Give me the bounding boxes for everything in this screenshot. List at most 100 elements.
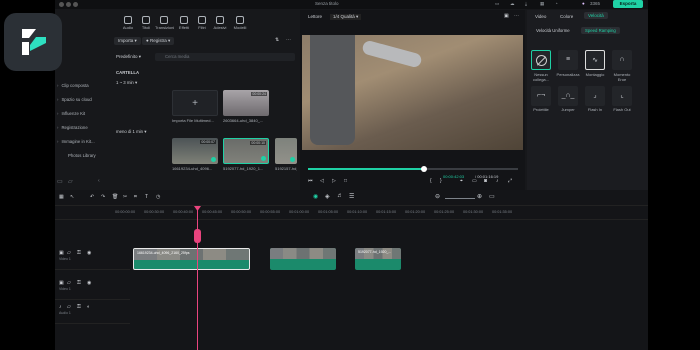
tool-effects[interactable]: Effetti bbox=[175, 16, 193, 31]
minimize-icon[interactable] bbox=[66, 2, 71, 7]
text-icon[interactable]: T bbox=[145, 194, 148, 200]
speaker-icon[interactable]: ◐ bbox=[87, 304, 90, 310]
sidebar-item-images[interactable]: Immagine in Kit... bbox=[57, 139, 94, 144]
camera-icon[interactable]: ◙ bbox=[484, 178, 487, 184]
lock-icon[interactable]: ⚿ bbox=[77, 250, 81, 256]
timeline-clip[interactable] bbox=[270, 248, 336, 270]
preset-none[interactable] bbox=[531, 50, 551, 70]
back-icon[interactable]: ◁ bbox=[320, 178, 324, 184]
media-thumbnail-selected[interactable]: 00:00:10 bbox=[223, 138, 269, 164]
tab-video[interactable]: Video bbox=[535, 14, 546, 19]
maximize-icon[interactable] bbox=[73, 2, 78, 7]
folder-icon[interactable]: ▱ bbox=[67, 280, 71, 286]
logo-icon bbox=[22, 29, 46, 55]
effects-icon bbox=[180, 16, 188, 24]
sidebar-item-photos-library[interactable]: Photos Library bbox=[68, 153, 96, 158]
preset-flash-in[interactable]: ⌟ bbox=[585, 86, 605, 106]
split-icon[interactable]: ✂ bbox=[123, 194, 127, 200]
import-button[interactable]: Importa ▾ bbox=[114, 37, 141, 45]
tool-titles[interactable]: Titoli bbox=[137, 16, 155, 31]
media-thumbnail[interactable] bbox=[275, 138, 297, 164]
prev-frame-icon[interactable]: ⏮ bbox=[308, 178, 313, 184]
import-tile[interactable]: + bbox=[172, 90, 218, 116]
display-icon[interactable]: ▭ bbox=[472, 178, 477, 184]
audio-icon[interactable]: ♪ bbox=[496, 178, 499, 184]
quality-select[interactable]: 1/4 Qualità ▾ bbox=[330, 14, 362, 20]
timeline-clip[interactable]: 5192077-hd_1920_... bbox=[355, 248, 401, 270]
image-icon[interactable]: ▣ bbox=[504, 13, 509, 19]
tool-transitions[interactable]: Transizioni bbox=[155, 16, 174, 31]
tab-speed-ramping[interactable]: Speed Ramping bbox=[581, 27, 620, 34]
pointer-icon[interactable]: ↖ bbox=[70, 194, 74, 200]
redo-icon[interactable]: ↷ bbox=[101, 194, 105, 200]
grid-icon[interactable]: ▦ bbox=[540, 1, 544, 7]
tab-uniform-speed[interactable]: Velocità Uniforme bbox=[536, 28, 570, 33]
search-input[interactable]: Cerca media bbox=[155, 53, 295, 61]
undo-icon[interactable]: ↶ bbox=[90, 194, 94, 200]
download-icon[interactable]: ⤓ bbox=[525, 1, 527, 6]
folder-icon[interactable]: ▱ bbox=[67, 250, 71, 256]
folder-icon[interactable]: ▱ bbox=[68, 178, 73, 185]
sidebar-item-recording[interactable]: Registrazione bbox=[57, 125, 87, 130]
list-icon[interactable]: ☰ bbox=[349, 193, 354, 200]
new-folder-icon[interactable]: ▭ bbox=[57, 178, 63, 185]
export-button[interactable]: Esporta bbox=[613, 0, 643, 8]
record-button[interactable]: ● Registra ▾ bbox=[142, 37, 175, 45]
tab-speed[interactable]: Velocità bbox=[584, 12, 608, 19]
crop-icon[interactable]: ⌗ bbox=[134, 194, 137, 200]
shield-icon[interactable]: ◈ bbox=[325, 193, 330, 200]
zoom-out-icon[interactable]: ⊖ bbox=[435, 193, 440, 200]
eye-icon[interactable]: ◉ bbox=[87, 280, 91, 286]
delete-icon[interactable]: 🗑 bbox=[112, 194, 118, 200]
folder-icon[interactable]: ▱ bbox=[67, 304, 71, 310]
sort-dropdown[interactable]: Predefinito ▾ bbox=[116, 54, 141, 60]
grid-icon[interactable]: ▦ bbox=[59, 194, 64, 200]
sidebar-item-influence-kit[interactable]: Influenze Kit bbox=[57, 111, 85, 116]
tab-color[interactable]: Colore bbox=[560, 14, 573, 19]
media-thumbnail[interactable]: 00:00:24 bbox=[223, 90, 269, 116]
media-thumbnail[interactable]: 00:00:07 bbox=[172, 138, 218, 164]
avatar[interactable]: ● bbox=[582, 1, 585, 6]
more-icon[interactable]: ⋯ bbox=[286, 37, 291, 43]
close-icon[interactable] bbox=[59, 2, 64, 7]
tool-stickers[interactable]: Adesivi bbox=[211, 16, 229, 31]
preset-hero[interactable]: ∩ bbox=[612, 50, 632, 70]
preview-progress-track[interactable] bbox=[308, 166, 518, 172]
filter-icon[interactable]: ⇅ bbox=[275, 37, 279, 43]
eye-icon[interactable]: ◉ bbox=[87, 250, 91, 256]
snapshot-icon[interactable]: ⌖ bbox=[460, 178, 463, 184]
mic-icon[interactable]: ♬ bbox=[337, 193, 343, 199]
fit-icon[interactable]: ▭ bbox=[489, 193, 495, 200]
speed-ramp-marker[interactable] bbox=[194, 229, 201, 243]
stop-icon[interactable]: □ bbox=[344, 178, 347, 184]
progress-handle[interactable] bbox=[420, 166, 427, 172]
tool-templates[interactable]: Modelli bbox=[231, 16, 249, 31]
speed-icon[interactable]: ◷ bbox=[156, 194, 160, 200]
figure-legs bbox=[310, 35, 355, 145]
preset-bullet[interactable]: ⌐¬ bbox=[531, 86, 551, 106]
bell-icon[interactable]: ◔ bbox=[555, 1, 558, 6]
sidebar-item-compound-clip[interactable]: Clip composta bbox=[57, 83, 88, 88]
fullscreen-icon[interactable]: ⤢ bbox=[508, 178, 512, 184]
mark-in-icon[interactable]: { bbox=[430, 178, 432, 184]
cloud-icon[interactable]: ☁ bbox=[510, 1, 515, 7]
lock-icon[interactable]: ⚿ bbox=[77, 280, 81, 286]
lock-icon[interactable]: ⚿ bbox=[77, 304, 81, 310]
ai-icon[interactable]: ◉ bbox=[313, 193, 318, 200]
preset-jumper[interactable]: _∩_ bbox=[558, 86, 578, 106]
play-icon[interactable]: ▷ bbox=[332, 178, 336, 184]
tool-audio[interactable]: Audio bbox=[119, 16, 137, 31]
preset-custom[interactable]: ≡ bbox=[558, 50, 578, 70]
device-icon[interactable]: ▭ bbox=[495, 1, 499, 7]
preset-montage[interactable]: ∿ bbox=[585, 50, 605, 70]
preset-flash-out[interactable]: ⌞ bbox=[612, 86, 632, 106]
sidebar-item-cloud[interactable]: Spazio su cloud bbox=[57, 97, 91, 102]
zoom-slider[interactable] bbox=[445, 198, 475, 199]
zoom-in-icon[interactable]: ⊕ bbox=[477, 193, 482, 200]
timeline-clip[interactable]: 16619234-uhd_4096_2160_25fps bbox=[133, 248, 250, 270]
timeline-ruler[interactable]: 00:00:00:00 00:00:30:00 00:00:40:00 00:0… bbox=[55, 206, 648, 220]
mark-out-icon[interactable]: } bbox=[440, 178, 442, 184]
more-icon[interactable]: ⋯ bbox=[514, 13, 519, 19]
collapse-icon[interactable]: ‹ bbox=[98, 178, 100, 184]
tool-filters[interactable]: Filtri bbox=[193, 16, 211, 31]
